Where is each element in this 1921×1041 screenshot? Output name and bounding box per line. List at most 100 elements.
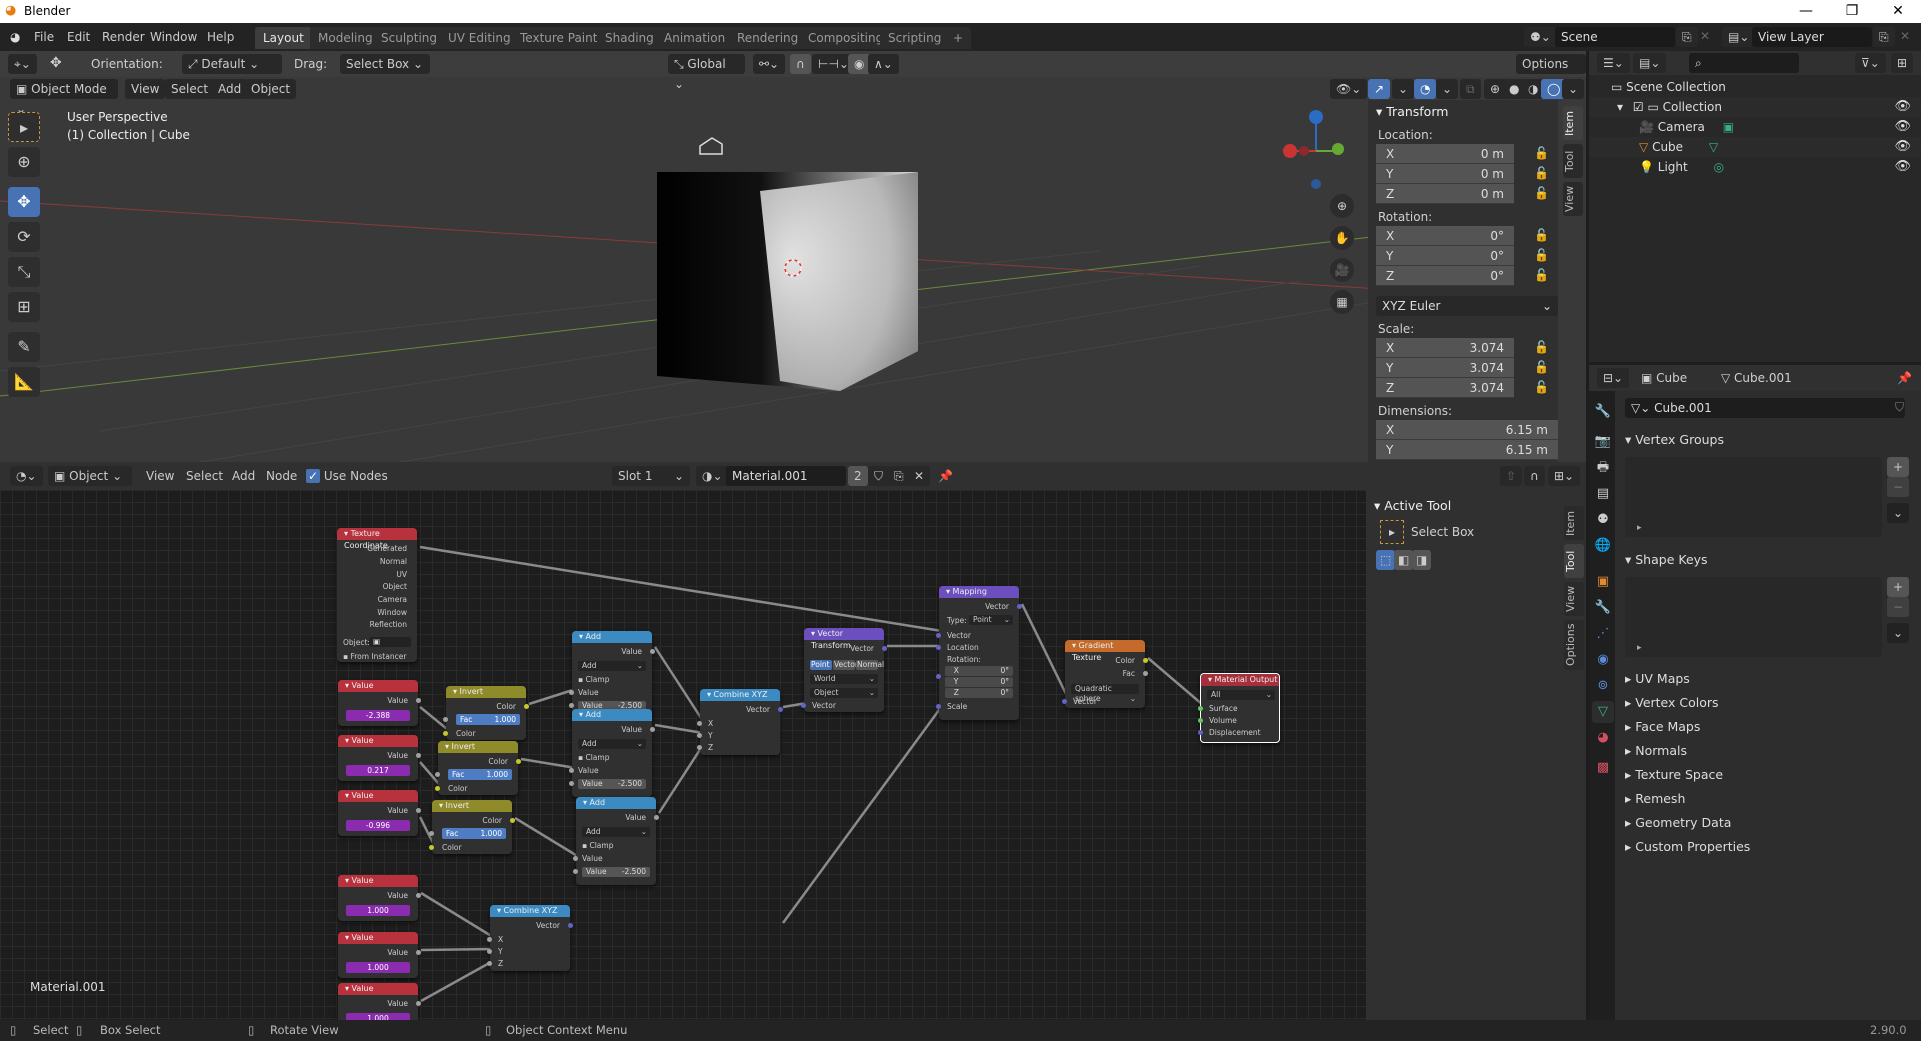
node-combine-xyz[interactable]: ▾ Combine XYZ Vector X Y Z [697,689,783,755]
node-socket[interactable] [936,633,941,638]
outliner-scene-collection[interactable]: ▭ Scene Collection [1611,77,1726,97]
tool-cursor[interactable]: ⊕ [8,147,40,177]
mode-subtract-icon[interactable]: ◨ [1412,550,1432,570]
node-socket[interactable] [416,808,421,813]
node-socket[interactable] [416,1001,421,1006]
section-normals[interactable]: ▸ Normals [1615,739,1921,763]
mode-toggle-vector[interactable]: Vector [833,660,858,670]
menu-add[interactable]: Add [212,79,248,99]
fake-user-icon[interactable]: ⛉ [868,466,890,486]
node-socket[interactable] [416,698,421,703]
menu-window[interactable]: Window [150,28,197,46]
proportional-falloff-icon[interactable]: ∧⌄ [868,54,899,74]
view-layer-tab-icon[interactable]: ▤ [1592,483,1614,505]
section-vertex-groups[interactable]: ▾ Vertex Groups [1625,428,1724,452]
active-tool-panel-title[interactable]: ▾ Active Tool [1374,498,1451,513]
node-socket[interactable] [416,893,421,898]
rotation-x-field[interactable]: X 0° [945,666,1013,676]
workspace-tab-texture-paint[interactable]: Texture Paint [512,27,606,49]
material-browse-icon[interactable]: ◑⌄ [696,466,729,486]
remove-shape-key-button[interactable]: − [1887,597,1910,617]
node-header[interactable]: ▾ Value [338,983,418,995]
object-tab-icon[interactable]: ▣ [1592,571,1614,593]
node-header[interactable]: ▾ Value [338,735,418,747]
outliner-item-cube[interactable]: ▽ Cube ▽ 👁 [1589,137,1921,157]
node-socket[interactable] [801,703,806,708]
physics-tab-icon[interactable]: ◉ [1592,649,1614,671]
outliner-search-input[interactable]: ⌕ [1689,53,1799,73]
ortho-toggle-icon[interactable]: ▦ [1330,290,1354,314]
section-face-maps[interactable]: ▸ Face Maps [1615,715,1921,739]
close-button[interactable]: ✕ [1875,0,1921,23]
node-sidebar-tab-options[interactable]: Options [1564,620,1584,670]
node-header[interactable]: ▾ Value [338,932,418,944]
gizmo-toggle-icon[interactable]: ↗ [1368,79,1391,99]
location-x-field[interactable]: X0 m [1376,144,1514,164]
node-header[interactable]: ▾ Gradient Texture [1065,640,1145,662]
add-shape-key-button[interactable]: + [1887,577,1910,597]
node-header[interactable]: ▾ Texture Coordinate [337,528,417,550]
material-name-field[interactable]: Material.001 [726,466,846,486]
node-socket[interactable] [487,961,492,966]
node-socket[interactable] [416,950,421,955]
node-socket[interactable] [1062,699,1067,704]
mode-toggle-normal[interactable]: Normal [856,660,884,670]
visibility-eye-icon[interactable]: 👁 [1894,117,1911,137]
sidebar-tab-item[interactable]: Item [1563,106,1583,140]
shape-keys-list[interactable]: ▸ [1625,577,1882,657]
selectability-icon[interactable]: 👁⌄ [1330,79,1368,99]
section-geometry-data[interactable]: ▸ Geometry Data [1615,811,1921,835]
snap-icon[interactable]: ∩ [1524,466,1545,486]
value-field[interactable]: -2.388 [346,710,410,721]
value-field[interactable]: Value -2.500 [578,779,646,789]
workspace-tab-compositing[interactable]: Compositing [800,27,892,49]
dimension-y-field[interactable]: Y 6.15 m [1376,440,1558,460]
node-socket[interactable] [1198,730,1203,735]
node-invert[interactable]: ▾ Invert Color Fac 1.000 Color [435,741,521,795]
node-socket[interactable] [569,768,574,773]
scale-z-field[interactable]: Z 3.074 [1376,378,1514,398]
node-math-add[interactable]: ▾ Add Value Add ⌄ ▪ Clamp Value Value -2.500 [569,631,655,719]
section-remesh[interactable]: ▸ Remesh [1615,787,1921,811]
node-value[interactable]: ▾ Value Value -0.996 [338,790,421,836]
editor-type-icon[interactable]: ⊟⌄ [1597,368,1630,388]
node-socket[interactable] [882,646,887,651]
node-socket[interactable] [697,721,702,726]
section-texture-space[interactable]: ▸ Texture Space [1615,763,1921,787]
node-header[interactable]: ▾ Add [572,709,652,721]
outliner-item-light[interactable]: 💡 Light ◎ 👁 [1589,157,1921,177]
shader-type-dropdown[interactable]: ▣ Object ⌄ [48,466,132,486]
node-socket[interactable] [1017,604,1022,609]
node-header[interactable]: ▾ Invert [432,800,512,812]
menu-select[interactable]: Select [186,466,223,486]
node-socket[interactable] [573,856,578,861]
menu-view[interactable]: View [125,79,166,99]
view-layer-icon[interactable]: ▤⌄ [1722,27,1756,47]
world-tab-icon[interactable]: 🌐 [1592,535,1614,557]
menu-view[interactable]: View [146,466,174,486]
tool-scale[interactable]: ⤡ [8,257,40,287]
node-socket[interactable] [697,733,702,738]
node-header[interactable]: ▾ Combine XYZ [700,689,780,701]
fac-field[interactable]: Fac 1.000 [442,828,506,839]
fac-field[interactable]: Fac 1.000 [456,714,520,725]
node-socket[interactable] [936,674,941,679]
node-mapping[interactable]: ▾ Mapping Vector Type: Point ⌄ Vector Location… [936,586,1022,720]
node-invert[interactable]: ▾ Invert Color Fac 1.000 Color [443,686,529,740]
operation-dropdown[interactable]: Add ⌄ [578,739,646,749]
node-socket[interactable] [1198,706,1203,711]
drag-dropdown[interactable]: Select Box ⌄ [340,54,430,74]
node-value[interactable]: ▾ Value Value 1.000 [338,875,421,921]
node-header[interactable]: ▾ Combine XYZ [490,905,570,917]
clamp-checkbox[interactable]: ▪ Clamp [582,841,613,850]
visibility-eye-icon[interactable]: 👁 [1894,157,1911,177]
node-socket[interactable] [1143,671,1148,676]
node-vector-transform[interactable]: ▾ Vector Transform Vector Point Vector Norma… [801,628,887,712]
node-socket[interactable] [429,845,434,850]
node-socket[interactable] [573,869,578,874]
node-socket[interactable] [778,707,783,712]
remove-vertex-group-button[interactable]: − [1887,477,1910,497]
node-header[interactable]: ▾ Value [338,875,418,887]
new-view-layer-icon[interactable]: ⎘ [1873,27,1895,47]
rotation-y-field[interactable]: Y 0° [1376,246,1514,266]
